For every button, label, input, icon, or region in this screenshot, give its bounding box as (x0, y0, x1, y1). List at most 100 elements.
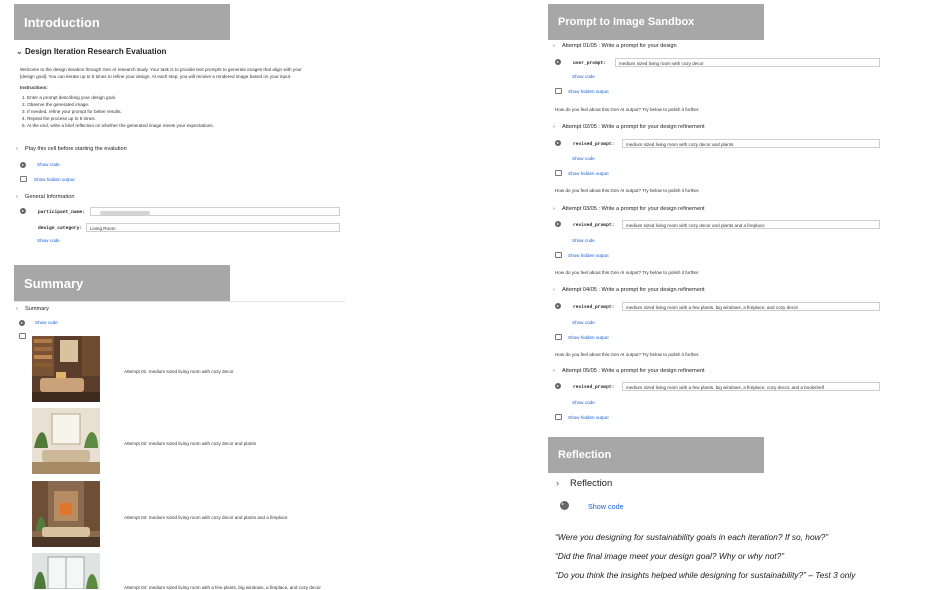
instruction-step: 2. Observe the generated image. (22, 102, 90, 107)
show-hidden-output-link[interactable]: Show hidden output (568, 89, 609, 94)
generated-image-attempt-03 (32, 481, 100, 547)
summary-section-title: Summary (25, 306, 49, 312)
output-toggle-icon[interactable] (555, 414, 562, 420)
attempt-title: Attempt 01/05 : Write a prompt for your … (562, 43, 677, 49)
generated-image-attempt-02 (32, 408, 100, 474)
instruction-step: 1. Enter a prompt describing your design… (22, 95, 116, 100)
show-hidden-output-link[interactable]: Show hidden output (568, 335, 609, 340)
summary-banner-title: Summary (24, 276, 84, 291)
generated-image-attempt-01 (32, 336, 100, 402)
show-code-link[interactable]: Show code (37, 238, 60, 243)
run-cell-icon[interactable] (19, 320, 25, 326)
chevron-right-icon: › (553, 124, 555, 130)
run-cell-icon[interactable] (555, 303, 561, 309)
show-code-link[interactable]: Show code (37, 162, 60, 167)
participant-name-label: participant_name: (38, 210, 85, 215)
chevron-right-icon: › (553, 43, 555, 49)
revised-prompt-input[interactable]: medium sized living room with a few plan… (622, 382, 880, 391)
attempt-01-heading[interactable]: › Attempt 01/05 : Write a prompt for your… (553, 43, 677, 49)
participant-name-input[interactable] (90, 207, 340, 216)
attempt-03-heading[interactable]: › Attempt 03/05 : Write a prompt for your… (553, 206, 705, 212)
reflection-section-heading[interactable]: › Reflection (556, 478, 612, 489)
redacted-name-blur (100, 210, 150, 215)
general-info-label: General Information (25, 194, 75, 200)
revised-prompt-label: revised_prompt: (573, 305, 615, 310)
introduction-banner-title: Introduction (24, 15, 100, 30)
welcome-line-2: [design goal]. You can iterate up to 5 t… (20, 74, 292, 79)
generated-image-attempt-04 (32, 553, 100, 589)
show-code-link[interactable]: Show code (572, 74, 595, 79)
play-cell-label: Play this cell before starting the evalu… (25, 146, 127, 152)
show-code-link[interactable]: Show code (588, 502, 624, 511)
chevron-down-icon: ⌄ (16, 47, 23, 56)
reflection-banner-title: Reflection (558, 449, 612, 461)
sandbox-banner: Prompt to Image Sandbox (548, 4, 764, 40)
show-hidden-output-link[interactable]: Show hidden output (568, 171, 609, 176)
show-code-link[interactable]: Show code (572, 320, 595, 325)
run-cell-icon[interactable] (555, 140, 561, 146)
show-code-link[interactable]: Show code (572, 238, 595, 243)
chevron-right-icon: › (556, 478, 560, 489)
attempt-title: Attempt 02/05 : Write a prompt for your … (562, 124, 705, 130)
intro-section-title: Design Iteration Research Evaluation (25, 47, 167, 56)
intro-section-heading[interactable]: ⌄ Design Iteration Research Evaluation (16, 47, 166, 56)
general-info-heading[interactable]: › General Information (16, 194, 74, 200)
output-toggle-icon[interactable] (555, 88, 562, 94)
summary-divider (14, 301, 345, 302)
attempt-caption: Attempt 03: medium sized living room wit… (124, 515, 288, 520)
reflection-question: “Were you designing for sustainability g… (555, 532, 829, 542)
show-code-link[interactable]: Show code (572, 156, 595, 161)
feedback-text: How do you feel about this Gen AI output… (555, 270, 700, 275)
run-cell-icon[interactable] (20, 162, 26, 168)
sandbox-banner-title: Prompt to Image Sandbox (558, 16, 695, 28)
user-prompt-input[interactable]: medium sized living room with cozy decor (615, 58, 880, 67)
show-hidden-output-link[interactable]: Show hidden output (568, 253, 609, 258)
attempt-05-heading[interactable]: › Attempt 05/05 : Write a prompt for your… (553, 368, 705, 374)
attempt-02-heading[interactable]: › Attempt 02/05 : Write a prompt for your… (553, 124, 705, 130)
instruction-step: 3. If needed, refine your prompt for bet… (22, 109, 122, 114)
show-hidden-output-link[interactable]: Show hidden output (568, 415, 609, 420)
attempt-04-heading[interactable]: › Attempt 04/05 : Write a prompt for your… (553, 287, 705, 293)
revised-prompt-label: revised_prompt: (573, 142, 615, 147)
show-code-link[interactable]: Show code (572, 400, 595, 405)
attempt-title: Attempt 05/05 : Write a prompt for your … (562, 368, 705, 374)
run-cell-icon[interactable] (560, 501, 569, 510)
revised-prompt-input[interactable]: medium sized living room with cozy decor… (622, 139, 880, 148)
play-cell-heading[interactable]: › Play this cell before starting the eval… (16, 146, 127, 152)
attempt-title: Attempt 03/05 : Write a prompt for your … (562, 206, 705, 212)
run-cell-icon[interactable] (555, 383, 561, 389)
feedback-text: How do you feel about this Gen AI output… (555, 107, 700, 112)
chevron-right-icon: › (553, 368, 555, 374)
revised-prompt-label: revised_prompt: (573, 385, 615, 390)
output-toggle-icon[interactable] (555, 334, 562, 340)
design-category-input[interactable]: Living Room (86, 223, 340, 232)
instructions-label: Instructions: (20, 85, 48, 90)
introduction-banner: Introduction (14, 4, 230, 40)
chevron-right-icon: › (553, 287, 555, 293)
attempt-caption: Attempt 02: medium sized living room wit… (124, 441, 257, 446)
run-cell-icon[interactable] (20, 208, 26, 214)
show-code-link[interactable]: Show code (35, 320, 58, 325)
revised-prompt-input[interactable]: medium sized living room with a few plan… (622, 302, 880, 311)
output-toggle-icon[interactable] (555, 170, 562, 176)
run-cell-icon[interactable] (555, 221, 561, 227)
attempt-caption: Attempt 01: medium sized living room wit… (124, 369, 234, 374)
show-hidden-output-link[interactable]: Show hidden output (34, 177, 75, 182)
output-toggle-icon[interactable] (555, 252, 562, 258)
revised-prompt-input[interactable]: medium sized living room with cozy decor… (622, 220, 880, 229)
attempt-title: Attempt 04/05 : Write a prompt for your … (562, 287, 705, 293)
chevron-right-icon: › (16, 146, 18, 152)
instruction-step: 5. At the end, write a brief reflection … (22, 123, 214, 128)
reflection-question: “Did the final image meet your design go… (555, 551, 785, 561)
user-prompt-label: user_prompt: (573, 61, 607, 66)
summary-section-heading[interactable]: › Summary (16, 306, 49, 312)
feedback-text: How do you feel about this Gen AI output… (555, 188, 700, 193)
reflection-question: “Do you think the insights helped while … (555, 570, 856, 580)
feedback-text: How do you feel about this Gen AI output… (555, 352, 700, 357)
run-cell-icon[interactable] (555, 59, 561, 65)
design-category-label: design_category: (38, 226, 83, 231)
reflection-section-title: Reflection (570, 478, 613, 489)
output-toggle-icon[interactable] (20, 176, 27, 182)
output-toggle-icon[interactable] (19, 333, 26, 339)
instruction-step: 4. Repeat the process up to 5 times. (22, 116, 96, 121)
